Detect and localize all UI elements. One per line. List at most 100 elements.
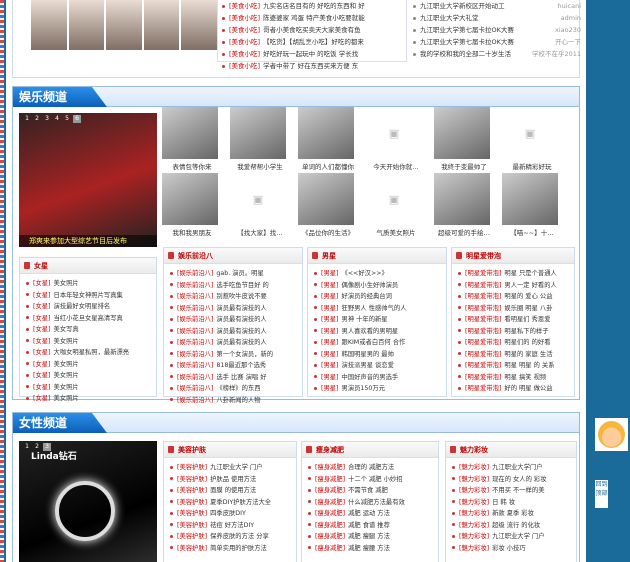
item-text[interactable]: 新款 夏季 彩妆 <box>492 510 534 517</box>
item-tag[interactable]: [男星] <box>321 374 339 381</box>
item-text[interactable]: 九江职业大学 门户 <box>210 464 262 471</box>
list-item[interactable]: [美食小吃] 哥者小美食吃买卖天大家美食有鱼 <box>222 24 402 36</box>
list-item[interactable]: [美容护肤] 护肤品 使用方法 <box>170 474 290 486</box>
list-item[interactable]: [娱乐前沿八] 演员最有演技的人 <box>170 314 296 326</box>
item-tag[interactable]: [男星] <box>321 293 339 300</box>
thumbnail-title[interactable]: 今天开始你就… <box>363 161 429 171</box>
item-tag[interactable]: [美食小吃] <box>229 2 260 10</box>
item-tag[interactable]: [美容护肤] <box>177 499 207 506</box>
item-tag[interactable]: [明星爱带泡] <box>465 316 501 323</box>
item-tag[interactable]: [娱乐前沿八] <box>177 374 213 381</box>
item-tag[interactable]: [男星] <box>321 385 339 392</box>
list-item[interactable]: [美食小吃] 好吃好玩一起玩中 的吃饭 学长找 <box>222 48 402 60</box>
item-text[interactable]: 减肥 运动 方法 <box>348 510 390 517</box>
item-text[interactable]: 中国好声音的男选手 <box>342 374 399 381</box>
item-text[interactable]: 合理的 减肥方法 <box>348 464 394 471</box>
top-photo[interactable] <box>143 0 180 50</box>
item-text[interactable]: 日本年轻女神照片写真集 <box>54 292 123 299</box>
item-tag[interactable]: [女星] <box>33 361 51 368</box>
list-item[interactable]: [女星] 日本年轻女神照片写真集 <box>26 290 150 302</box>
box-title[interactable]: 瘦身减肥 <box>302 442 438 458</box>
item-tag[interactable]: [瘦身减肥] <box>315 533 345 540</box>
list-item[interactable]: [男星] 演技派男星 谈恋爱 <box>314 360 440 372</box>
list-item[interactable]: [男星] 中国好声音的男选手 <box>314 372 440 384</box>
item-text[interactable]: 不用买 不一样的美 <box>492 487 544 494</box>
list-item[interactable]: [明星爱带泡] 好的 明星 做公益 <box>458 383 568 395</box>
list-item[interactable]: [女星] 当红小花旦女星高清写真 <box>26 313 150 325</box>
list-item[interactable]: [魅力彩妆] 超级 流行 的化妆 <box>452 520 570 532</box>
item-tag[interactable]: [魅力彩妆] <box>459 499 489 506</box>
list-item[interactable]: [美容护肤] 简单实用的护肤方法 <box>170 543 290 555</box>
item-tag[interactable]: [男星] <box>321 339 339 346</box>
list-item[interactable]: [明星爱带泡] 明星私下的样子 <box>458 326 568 338</box>
list-item[interactable]: [美容护肤] 祛痘 好方法DIY <box>170 520 290 532</box>
item-tag[interactable]: [美食小吃] <box>229 26 260 34</box>
back-to-top[interactable]: 回到顶部 <box>595 480 608 508</box>
item-tag[interactable]: [瘦身减肥] <box>315 476 345 483</box>
thumbnail-item[interactable]: 《品位你的生活》 <box>295 173 363 239</box>
item-user[interactable]: 学校不在乎2011 <box>532 48 581 60</box>
item-text[interactable]: 美女写真 <box>54 326 79 333</box>
thumbnail-title[interactable]: 我爱帮帮小学生 <box>227 161 293 171</box>
list-item[interactable]: [男星] 狂野男人 性感帅气的人 <box>314 303 440 315</box>
thumbnail-image[interactable] <box>162 107 218 159</box>
list-item[interactable]: [明星爱带泡] 明星的 爱心 公益 <box>458 291 568 303</box>
list-item[interactable]: [魅力彩妆] 新款 夏季 彩妆 <box>452 508 570 520</box>
list-item[interactable]: 开心一下 九江职业大学第七届卡拉OK大赛 <box>413 36 581 48</box>
list-item[interactable]: [娱乐前沿八] 演员最有演技的人 <box>170 337 296 349</box>
item-text[interactable]: 彩妆 小技巧 <box>492 545 526 552</box>
list-item[interactable]: 学校不在乎2011 我的学校和我的全部二十岁生活 <box>413 48 581 60</box>
list-item[interactable]: [美食小吃] 学者中带了 好在东西买来方便 东 <box>222 60 402 72</box>
item-tag[interactable]: [明星爱带泡] <box>465 385 501 392</box>
box-title[interactable]: 娱乐前沿八 <box>164 248 302 264</box>
thumbnail-image[interactable] <box>502 173 558 225</box>
item-tag[interactable]: [美容护肤] <box>177 510 207 517</box>
item-text[interactable]: 演技派男星 谈恋爱 <box>342 362 394 369</box>
item-tag[interactable]: [女星] <box>33 338 51 345</box>
list-item[interactable]: [明星爱带泡] 明星们的 的好看 <box>458 337 568 349</box>
item-tag[interactable]: [美食小吃] <box>229 50 260 58</box>
item-tag[interactable]: [美容护肤] <box>177 487 207 494</box>
item-text[interactable]: 当红小花旦女星高清写真 <box>54 315 123 322</box>
item-text[interactable]: 男神 十年的新星 <box>342 316 388 323</box>
item-user[interactable]: huicani <box>557 0 581 12</box>
item-text[interactable]: 《榜样》的东西 <box>216 385 260 392</box>
item-tag[interactable]: [瘦身减肥] <box>315 522 345 529</box>
item-tag[interactable]: [魅力彩妆] <box>459 533 489 540</box>
item-tag[interactable]: [娱乐前沿八] <box>177 351 213 358</box>
list-item[interactable]: [美容护肤] 保养皮肤的方法 分享 <box>170 531 290 543</box>
thumbnail-item[interactable]: ▣ 最新精彩好玩 <box>499 107 567 173</box>
thumbnail-item[interactable]: 单词的人们都懂你 <box>295 107 363 173</box>
list-item[interactable]: [瘦身减肥] 十二个 减肥 小妙招 <box>308 474 432 486</box>
slide-number[interactable]: 1 <box>23 115 31 123</box>
list-item[interactable]: [瘦身减肥] 减肥 食谱 推荐 <box>308 520 432 532</box>
item-tag[interactable]: [瘦身减肥] <box>315 499 345 506</box>
item-tag[interactable]: [男星] <box>321 351 339 358</box>
item-text[interactable]: 第一个女演员，新的 <box>216 351 273 358</box>
list-item[interactable]: [娱乐前沿八] 第一个女演员，新的 <box>170 349 296 361</box>
item-user[interactable]: xiao230 <box>555 24 581 36</box>
list-item[interactable]: [男星] 男神 十年的新星 <box>314 314 440 326</box>
item-tag[interactable]: [瘦身减肥] <box>315 510 345 517</box>
thumbnail-image[interactable] <box>230 107 286 159</box>
item-text[interactable]: 明星私下的样子 <box>504 328 548 335</box>
ent-slideshow[interactable]: 123456 郑爽来参加大型综艺节目后发布 <box>19 113 157 247</box>
item-user[interactable]: admin <box>561 12 581 24</box>
item-text[interactable]: 演员最有演技的人 <box>216 328 266 335</box>
list-item[interactable]: [娱乐前沿八] gab. 演员。明星 <box>170 268 296 280</box>
item-text[interactable]: 陈婆婆家 鸡蛋 特产美食小吃要就能 <box>263 14 365 22</box>
item-text[interactable]: 明星 搞笑 视频 <box>504 374 546 381</box>
item-tag[interactable]: [魅力彩妆] <box>459 545 489 552</box>
item-tag[interactable]: [男星] <box>321 305 339 312</box>
item-tag[interactable]: [明星爱带泡] <box>465 305 501 312</box>
list-item[interactable]: [美容护肤] 夏季DIY护肤方法大全 <box>170 497 290 509</box>
list-item[interactable]: [魅力彩妆] 现在的 女人的 彩妆 <box>452 474 570 486</box>
thumbnail-title[interactable]: 表情包等你来 <box>159 161 225 171</box>
list-item[interactable]: [瘦身减肥] 减肥 运动 方法 <box>308 508 432 520</box>
list-item[interactable]: [瘦身减肥] 什么减肥方法最有效 <box>308 497 432 509</box>
item-text[interactable]: 九江职业大学大礼堂 <box>420 14 479 22</box>
thumbnail-item[interactable]: ▣ 气质美女照片 <box>363 173 431 239</box>
section-title[interactable]: 女性频道 <box>13 413 107 433</box>
item-tag[interactable]: [娱乐前沿八] <box>177 339 213 346</box>
list-item[interactable]: [娱乐前沿八] 演员最有演技的人 <box>170 303 296 315</box>
